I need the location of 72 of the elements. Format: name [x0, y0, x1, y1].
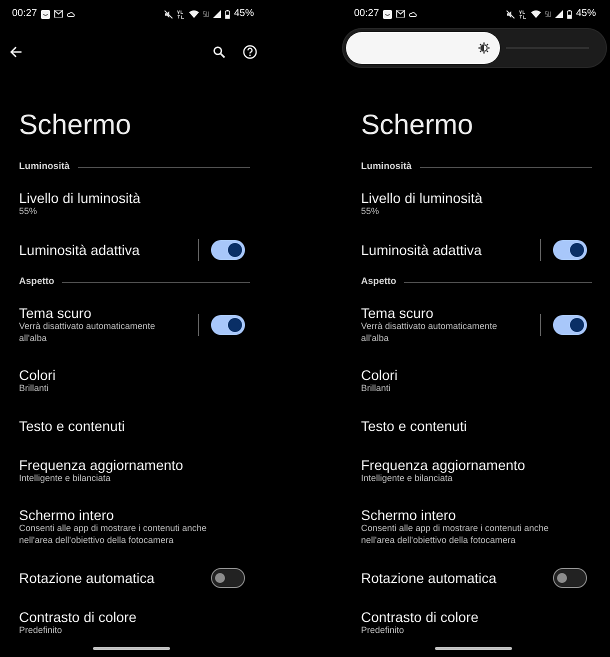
smile-square-icon — [383, 10, 392, 18]
setting-title[interactable]: Colori — [19, 367, 245, 383]
gesture-handle[interactable] — [93, 647, 170, 650]
brightness-slider[interactable] — [342, 28, 607, 68]
setting-summary: Intelligente e bilanciata — [361, 472, 453, 484]
mute-icon — [164, 10, 173, 18]
setting-title[interactable]: Testo e contenuti — [361, 418, 587, 434]
setting-title[interactable]: Testo e contenuti — [19, 418, 245, 434]
help-icon[interactable] — [243, 45, 257, 59]
mail-icon — [396, 10, 406, 18]
setting-summary: Predefinito — [361, 625, 406, 636]
section-header: Aspetto — [361, 276, 396, 288]
signal-icon — [212, 10, 221, 18]
mobile-data-icon — [544, 11, 551, 17]
mute-icon — [506, 10, 515, 18]
toggle-switch[interactable] — [553, 314, 587, 334]
battery-icon — [224, 10, 230, 18]
battery-percent: 45% — [576, 8, 596, 20]
setting-title[interactable]: Colori — [361, 367, 587, 383]
network-status-icon — [518, 10, 527, 18]
search-icon[interactable] — [213, 46, 225, 58]
setting-summary: Verrà disattivato automaticamente all'alba — [19, 321, 156, 344]
setting-summary: Predefinito — [19, 625, 64, 636]
back-icon[interactable] — [10, 46, 22, 58]
brightness-icon — [478, 42, 490, 54]
setting-title[interactable]: Livello di luminosità — [361, 190, 587, 206]
mobile-data-icon — [202, 11, 209, 17]
setting-summary: Brillanti — [19, 383, 50, 394]
battery-icon — [566, 10, 572, 18]
signal-icon — [554, 10, 563, 18]
section-header: Aspetto — [19, 276, 54, 288]
mail-icon — [54, 10, 64, 18]
setting-summary: Consenti alle app di mostrare i contenuti anche nell'area dell'obiettivo della fotocamera — [19, 523, 208, 546]
gesture-handle[interactable] — [435, 647, 512, 650]
wifi-icon — [530, 10, 541, 18]
smile-square-icon — [41, 10, 50, 18]
setting-title[interactable]: Tema scuro — [19, 305, 184, 321]
setting-summary: 55% — [19, 206, 38, 218]
setting-title[interactable]: Luminosità adattiva — [19, 242, 184, 258]
setting-summary: Verrà disattivato automaticamente all'alba — [361, 321, 498, 344]
setting-title[interactable]: Livello di luminosità — [19, 190, 245, 206]
section-header: Luminosità — [361, 161, 412, 173]
brightness-slider-fill[interactable] — [346, 32, 500, 64]
setting-title[interactable]: Frequenza aggiornamento — [19, 456, 245, 472]
section-header: Luminosità — [19, 161, 70, 173]
toggle-switch[interactable] — [553, 568, 587, 588]
setting-title[interactable]: Rotazione automatica — [361, 570, 553, 586]
setting-title[interactable]: Contrasto di colore — [19, 609, 245, 625]
toggle-switch[interactable] — [211, 314, 245, 334]
setting-title[interactable]: Rotazione automatica — [19, 570, 211, 586]
status-time: 00:27 — [354, 8, 380, 20]
toggle-switch[interactable] — [553, 240, 587, 260]
setting-summary: Brillanti — [361, 383, 392, 394]
setting-title[interactable]: Luminosità adattiva — [361, 242, 526, 258]
network-status-icon — [176, 10, 185, 18]
setting-title[interactable]: Frequenza aggiornamento — [361, 456, 587, 472]
setting-summary: Intelligente e bilanciata — [19, 472, 111, 484]
setting-summary: 55% — [361, 206, 380, 218]
cloud-icon — [67, 11, 76, 17]
page-title: Schermo — [19, 108, 132, 142]
battery-percent: 45% — [234, 8, 254, 20]
setting-title[interactable]: Contrasto di colore — [361, 609, 587, 625]
setting-title[interactable]: Schermo intero — [19, 507, 245, 523]
setting-summary: Consenti alle app di mostrare i contenuti anche nell'area dell'obiettivo della fotocamera — [361, 523, 550, 546]
page-title: Schermo — [361, 108, 474, 142]
status-time: 00:27 — [12, 8, 38, 20]
cloud-icon — [409, 11, 418, 17]
setting-title[interactable]: Schermo intero — [361, 507, 587, 523]
toggle-switch[interactable] — [211, 568, 245, 588]
toggle-switch[interactable] — [211, 240, 245, 260]
setting-title[interactable]: Tema scuro — [361, 305, 526, 321]
wifi-icon — [188, 10, 199, 18]
